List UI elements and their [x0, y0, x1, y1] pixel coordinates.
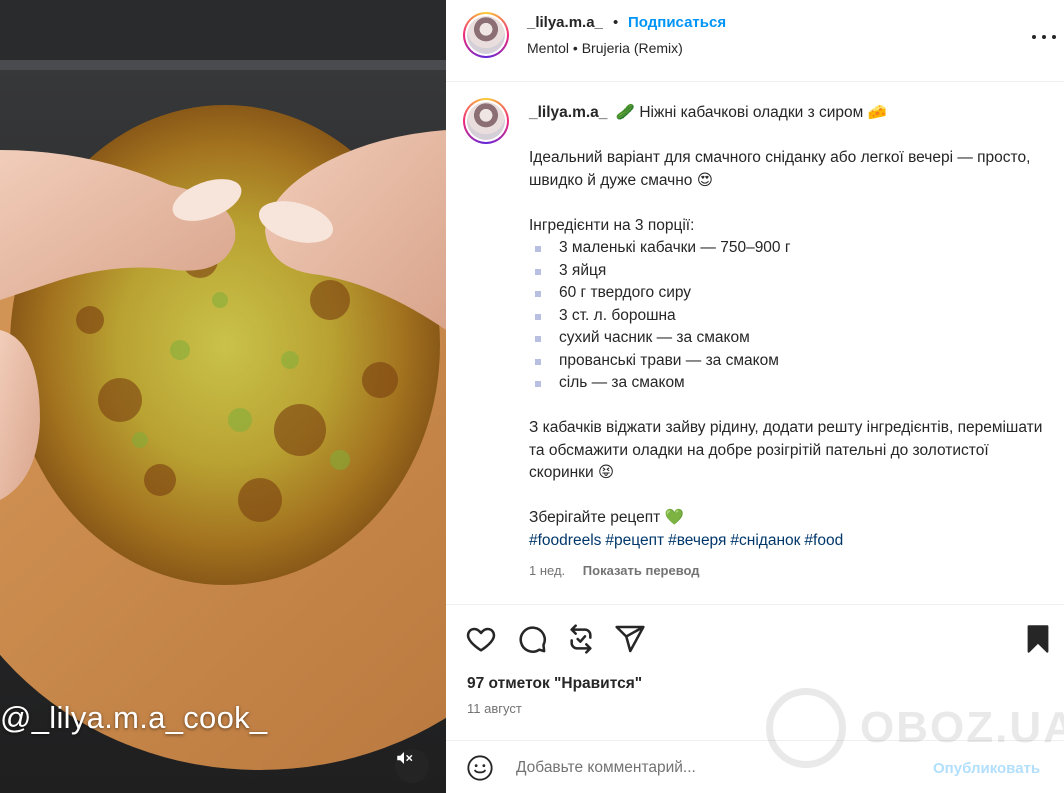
ingredient-item: сіль — за смаком — [529, 372, 1049, 395]
caption-title: 🥒 Ніжні кабачкові оладки з сиром 🧀 — [615, 104, 887, 121]
ingredient-item: 3 яйця — [529, 260, 1049, 283]
bookmark-icon — [1027, 625, 1049, 653]
mute-button[interactable] — [395, 749, 429, 783]
audio-track-link[interactable]: Mentol • Brujeria (Remix) — [527, 40, 683, 56]
hashtag-link[interactable]: #вечеря — [668, 532, 726, 549]
save-button[interactable] — [1022, 623, 1054, 655]
hashtag-link[interactable]: #рецепт — [605, 532, 664, 549]
caption-username[interactable]: _lilya.m.a_ — [529, 104, 607, 121]
post-header: _lilya.m.a_ • Подписаться Mentol • Bruje… — [446, 0, 1064, 82]
caption-author-avatar[interactable] — [463, 98, 509, 144]
ingredient-item: прованські трави — за смаком — [529, 350, 1049, 373]
caption-meta: 1 нед. Показать перевод — [529, 563, 700, 578]
share-button[interactable] — [614, 623, 646, 655]
emoji-button[interactable] — [466, 754, 494, 782]
post-panel: _lilya.m.a_ • Подписаться Mentol • Bruje… — [446, 0, 1064, 793]
ingredient-item: сухий часник — за смаком — [529, 327, 1049, 350]
ingredient-item: 60 г твердого сиру — [529, 282, 1049, 305]
ingredients-heading: Інгредієнти на 3 порції: — [529, 216, 695, 234]
site-watermark: OBOZ.UA — [766, 688, 1064, 768]
caption-save-note: Зберігайте рецепт 💚 — [529, 509, 684, 526]
more-options-button[interactable] — [1031, 26, 1057, 48]
comment-button[interactable] — [516, 623, 548, 655]
more-dots-icon — [1032, 35, 1036, 39]
author-username[interactable]: _lilya.m.a_ — [527, 14, 603, 31]
video-overlay-text: @_lilya.m.a_cook_ — [0, 700, 268, 735]
watermark-logo — [766, 688, 846, 768]
post-date: 11 август — [467, 701, 522, 716]
hashtags: #foodreels #рецепт #вечеря #сніданок #food — [529, 530, 1049, 553]
translate-button[interactable]: Показать перевод — [583, 563, 700, 578]
ingredients-list: 3 маленькі кабачки — 750–900 г 3 яйця 60… — [529, 237, 1049, 395]
hashtag-link[interactable]: #food — [804, 532, 843, 549]
author-avatar[interactable] — [463, 12, 509, 58]
ingredient-item: 3 маленькі кабачки — 750–900 г — [529, 237, 1049, 260]
ingredient-item: 3 ст. л. борошна — [529, 305, 1049, 328]
repost-button[interactable] — [565, 623, 597, 655]
caption-method: З кабачків віджати зайву рідину, додати … — [529, 419, 1043, 481]
caption-time[interactable]: 1 нед. — [529, 563, 565, 578]
hashtag-link[interactable]: #сніданок — [730, 532, 800, 549]
watermark-text: OBOZ.UA — [860, 703, 1064, 752]
heart-icon — [466, 627, 496, 652]
background-top — [0, 0, 446, 60]
video-frame-illustration — [0, 0, 446, 770]
like-button[interactable] — [465, 623, 497, 655]
speaker-muted-icon — [397, 752, 413, 764]
header-separator: • — [613, 14, 619, 31]
smiley-icon — [467, 755, 493, 781]
caption-intro: Ідеальний варіант для смачного сніданку … — [529, 149, 1031, 189]
likes-count[interactable]: 97 отметок "Нравится" — [467, 675, 642, 693]
post-actions — [446, 604, 1064, 674]
post-caption: _lilya.m.a_ 🥒 Ніжні кабачкові оладки з с… — [529, 102, 1049, 552]
post-video[interactable]: @_lilya.m.a_cook_ — [0, 0, 446, 793]
hashtag-link[interactable]: #foodreels — [529, 532, 601, 549]
share-icon — [615, 625, 645, 653]
background-stripe — [0, 60, 446, 70]
follow-button[interactable]: Подписаться — [628, 14, 726, 31]
repost-icon — [570, 624, 592, 654]
comment-icon — [519, 626, 546, 653]
